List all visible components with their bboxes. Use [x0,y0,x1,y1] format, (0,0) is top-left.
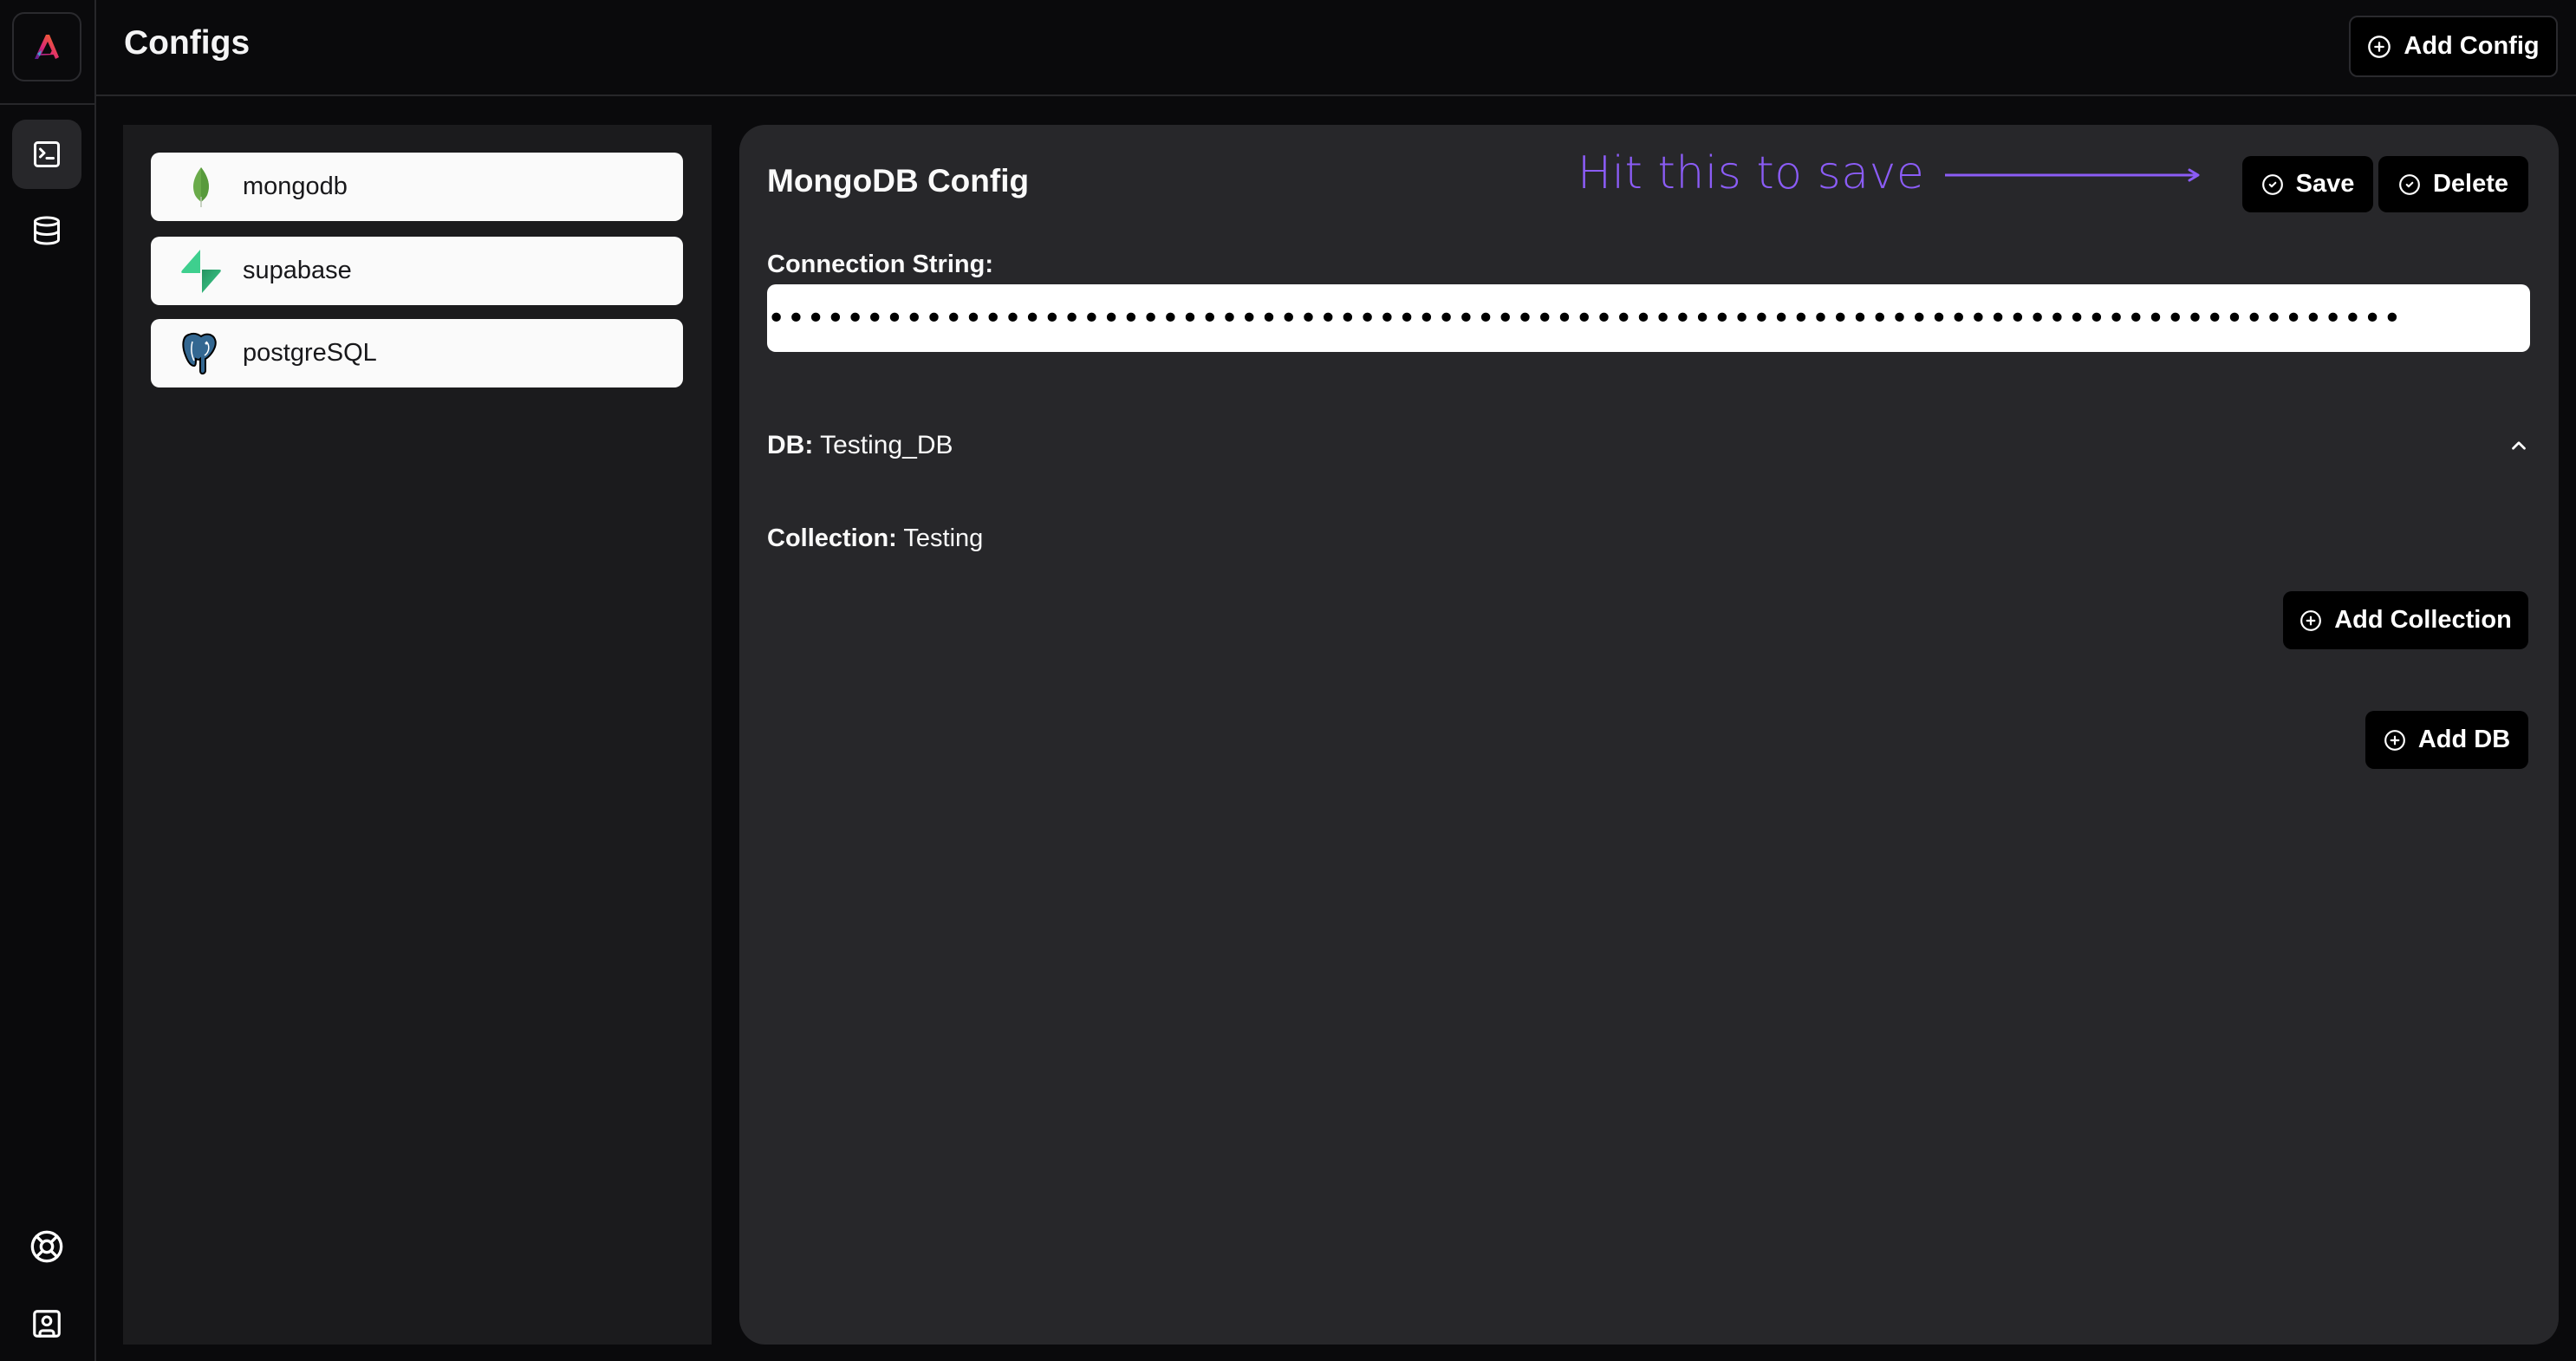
add-collection-button[interactable]: Add Collection [2283,591,2528,649]
rail-item-configs[interactable] [12,120,81,189]
delete-label: Delete [2432,170,2509,198]
mongodb-leaf-icon [175,161,227,213]
save-button[interactable]: Save [2242,156,2373,212]
page-title: Configs [124,24,250,62]
check-circle-icon [2399,173,2420,195]
check-circle-icon [2261,173,2283,195]
lifebuoy-icon [30,1230,63,1263]
save-label: Save [2295,170,2355,198]
rail-item-databases[interactable] [12,196,81,265]
config-item-label: mongodb [243,173,348,200]
arrow-right-icon [1945,168,2200,182]
configs-list-panel: mongodb supabase postgreSQL [123,125,712,1345]
collection-key-label: Collection: [767,524,897,552]
add-db-label: Add DB [2417,726,2511,753]
supabase-bolt-icon [175,245,227,297]
db-label: DB: Testing_DB [767,431,953,460]
rail-item-profile[interactable] [12,1289,81,1358]
config-item-supabase[interactable]: supabase [151,237,683,305]
db-name: Testing_DB [820,431,953,459]
db-accordion-header[interactable]: DB: Testing_DB [767,427,2530,465]
config-item-label: postgreSQL [243,339,377,367]
plus-circle-icon [2368,35,2391,58]
collection-name: Testing [903,524,984,552]
postgres-elephant-icon [175,328,227,380]
save-hint-annotation: Hit this to save [1577,147,1925,199]
chevron-up-icon[interactable] [2508,434,2530,457]
add-collection-label: Add Collection [2334,606,2512,634]
page-header: Configs Add Config [96,0,2576,96]
db-key-label: DB: [767,431,814,459]
app-logo-icon [35,35,59,59]
database-icon [34,216,60,245]
config-item-postgresql[interactable]: postgreSQL [151,319,683,387]
terminal-icon [34,141,60,167]
rail-item-support[interactable] [12,1212,81,1281]
app-logo[interactable] [12,12,81,81]
delete-button[interactable]: Delete [2378,156,2528,212]
add-db-button[interactable]: Add DB [2365,711,2528,769]
connection-string-label: Connection String: [767,251,993,278]
collection-item: Collection: Testing [767,524,983,553]
config-editor-panel: MongoDB Config Hit this to save Save Del… [739,125,2559,1345]
connection-string-input[interactable] [767,284,2530,352]
left-rail [0,0,96,1361]
config-item-label: supabase [243,257,352,284]
add-config-button[interactable]: Add Config [2349,16,2558,77]
add-config-label: Add Config [2404,32,2540,60]
contact-icon [33,1310,61,1338]
plus-circle-icon [2384,729,2405,751]
plus-circle-icon [2300,609,2322,631]
config-item-mongodb[interactable]: mongodb [151,153,683,221]
rail-logo-area [0,0,95,105]
config-title: MongoDB Config [767,163,1030,199]
